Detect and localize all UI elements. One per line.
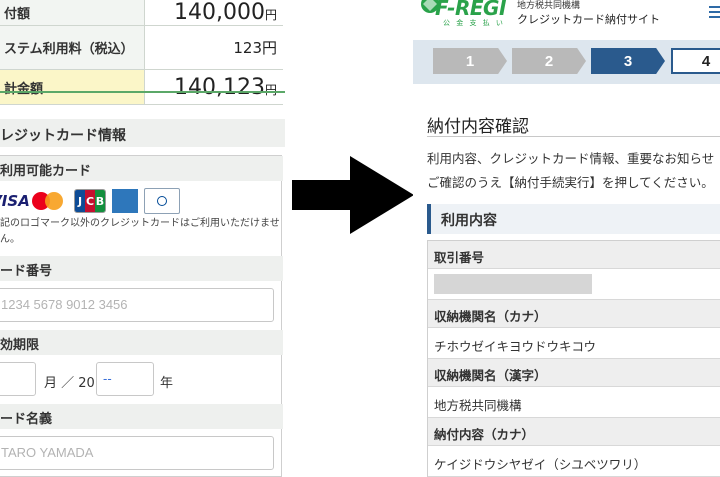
right-arrow-icon [292, 156, 414, 234]
title-divider [427, 136, 720, 137]
intro-text: 利用内容、クレジットカード情報、重要なお知らせ ご確認のうえ【納付手続実行】を押… [427, 151, 715, 190]
site-header: F-REGI 公 金 支 払 い 地方税共同機構 クレジットカード納付サイト [413, 0, 720, 40]
expiry-year-select[interactable]: -- [96, 362, 154, 396]
amount-row-total: 計金額 140,123円 [0, 69, 283, 105]
logo-subtext: 公 金 支 払 い [443, 19, 505, 27]
masked-value [434, 274, 592, 294]
site-name: クレジットカード納付サイト [517, 13, 660, 26]
transaction-number-value [428, 269, 720, 300]
detail-label: 取引番号 [428, 241, 720, 269]
amount-value: 140,000円 [174, 0, 277, 25]
payment-form-panel: 付額 140,000円 ステム利用料（税込） 123円 計金額 140,123円… [0, 0, 285, 477]
amount-divider [0, 91, 285, 93]
progress-steps: 1 2 3 4 [413, 40, 720, 84]
detail-value: チホウゼイキヨウドウキコウ [428, 328, 720, 359]
detail-label: 納付内容（カナ） [428, 418, 720, 446]
amount-table: 付額 140,000円 ステム利用料（税込） 123円 計金額 140,123円 [0, 0, 283, 105]
detail-value: ケイジドウシヤゼイ（シユベツワリ） [428, 446, 720, 477]
jcb-logo-icon: JCB [74, 189, 106, 213]
mastercard-logo-icon [30, 189, 68, 213]
step-2: 2 [512, 48, 586, 74]
card-name-input[interactable]: TARO YAMADA [0, 436, 274, 470]
expiry-label: 効期限 [0, 330, 283, 355]
usage-section-title: 利用内容 [427, 204, 720, 234]
diners-logo-icon [144, 188, 180, 214]
total-label: 計金額 [0, 69, 145, 105]
step-3-active: 3 [591, 48, 665, 74]
detail-label: 収納機関名（カナ） [428, 300, 720, 328]
page-title: 納付内容確認 [427, 117, 529, 137]
menu-icon[interactable] [709, 6, 720, 20]
amount-row-fee: ステム利用料（税込） 123円 [0, 25, 283, 70]
expiry-month-suffix: 月 ／ 20 [44, 376, 95, 391]
available-cards-label: 利用可能カード [0, 156, 283, 181]
card-note: 記のロゴマーク以外のクレジットカードはご利用いただけません。 [0, 218, 280, 245]
expiry-year-suffix: 年 [160, 376, 174, 391]
amount-label: 付額 [0, 0, 145, 26]
step-4: 4 [671, 48, 720, 74]
step-1: 1 [433, 48, 507, 74]
card-logos: VISA JCB [0, 188, 180, 214]
logo-text: F-REGI [435, 0, 506, 20]
credit-card-section-title: レジットカード情報 [0, 119, 285, 147]
card-name-label: ード名義 [0, 404, 283, 429]
expiry-month-select[interactable] [0, 362, 36, 396]
confirmation-panel: F-REGI 公 金 支 払 い 地方税共同機構 クレジットカード納付サイト 1… [413, 0, 720, 477]
detail-label: 収納機関名（漢字） [428, 359, 720, 387]
amex-logo-icon [112, 189, 138, 213]
total-value: 140,123円 [174, 74, 277, 100]
detail-value: 地方税共同機構 [428, 387, 720, 418]
usage-details-table: 取引番号 収納機関名（カナ） チホウゼイキヨウドウキコウ 収納機関名（漢字） 地… [427, 240, 720, 477]
visa-logo-icon: VISA [0, 192, 30, 210]
fee-label: ステム利用料（税込） [0, 25, 145, 70]
card-number-input[interactable]: 1234 5678 9012 3456 [0, 288, 274, 322]
card-number-label: ード番号 [0, 256, 283, 281]
fee-value: 123円 [233, 39, 277, 57]
org-name: 地方税共同機構 [517, 1, 581, 11]
amount-row-payment: 付額 140,000円 [0, 0, 283, 26]
